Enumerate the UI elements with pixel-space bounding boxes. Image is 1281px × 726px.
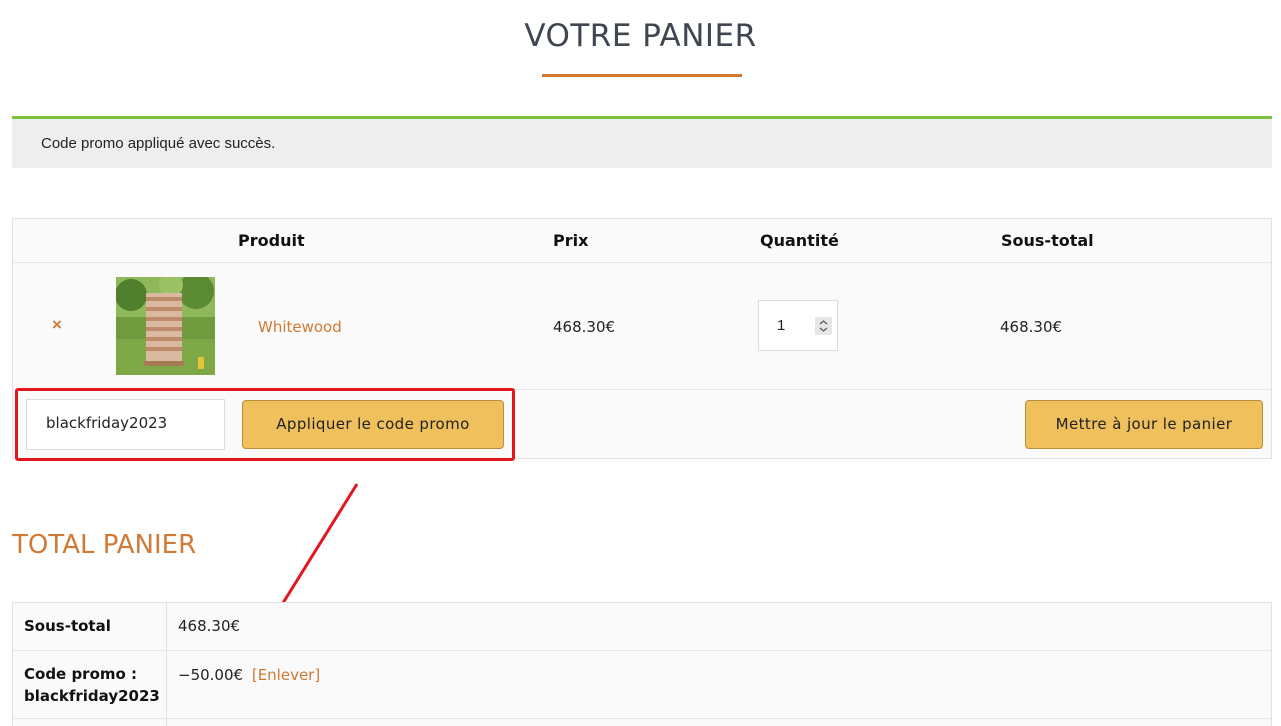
quantity-value[interactable]: 1 — [777, 317, 785, 334]
product-price: 468.30€ — [553, 318, 616, 336]
success-notice: Code promo appliqué avec succès. — [12, 116, 1272, 168]
remove-promo-link[interactable]: [Enlever] — [252, 666, 320, 684]
cart-totals-table: Sous-total 468.30€ Code promo : blackfri… — [12, 602, 1272, 726]
totals-subtotal-value: 468.30€ — [178, 617, 241, 635]
cart-header: Produit Prix Quantité Sous-total — [13, 219, 1271, 263]
totals-promo-value-wrap: −50.00€ [Enlever] — [178, 666, 320, 684]
totals-row-subtotal: Sous-total 468.30€ — [13, 603, 1271, 651]
header-price: Prix — [553, 231, 589, 250]
product-thumbnail[interactable] — [116, 277, 215, 375]
totals-column-divider — [166, 603, 167, 726]
totals-promo-value: −50.00€ — [178, 666, 244, 684]
notice-message: Code promo appliqué avec succès. — [41, 135, 276, 152]
cart-totals-title: TOTAL PANIER — [12, 530, 197, 560]
spinner-arrows-icon[interactable] — [815, 317, 832, 335]
remove-item-button[interactable]: × — [52, 315, 62, 335]
header-subtotal: Sous-total — [1001, 231, 1094, 250]
header-quantity: Quantité — [760, 231, 839, 250]
title-underline — [542, 74, 742, 77]
promo-label-line2: blackfriday2023 — [24, 687, 160, 705]
product-name-link[interactable]: Whitewood — [258, 318, 342, 336]
totals-promo-label: Code promo : blackfriday2023 — [24, 663, 160, 707]
quantity-stepper[interactable]: 1 — [758, 300, 838, 351]
cart-item-row: × Whitewood 468.30€ 1 468.30€ — [13, 263, 1271, 390]
promo-label-line1: Code promo : — [24, 665, 138, 683]
header-product: Produit — [238, 231, 305, 250]
totals-subtotal-label: Sous-total — [24, 617, 111, 635]
item-subtotal: 468.30€ — [1000, 318, 1063, 336]
totals-row-promo: Code promo : blackfriday2023 −50.00€ [En… — [13, 651, 1271, 719]
update-cart-button[interactable]: Mettre à jour le panier — [1025, 400, 1263, 449]
page-title: VOTRE PANIER — [524, 18, 757, 54]
annotation-highlight-box — [15, 388, 515, 461]
